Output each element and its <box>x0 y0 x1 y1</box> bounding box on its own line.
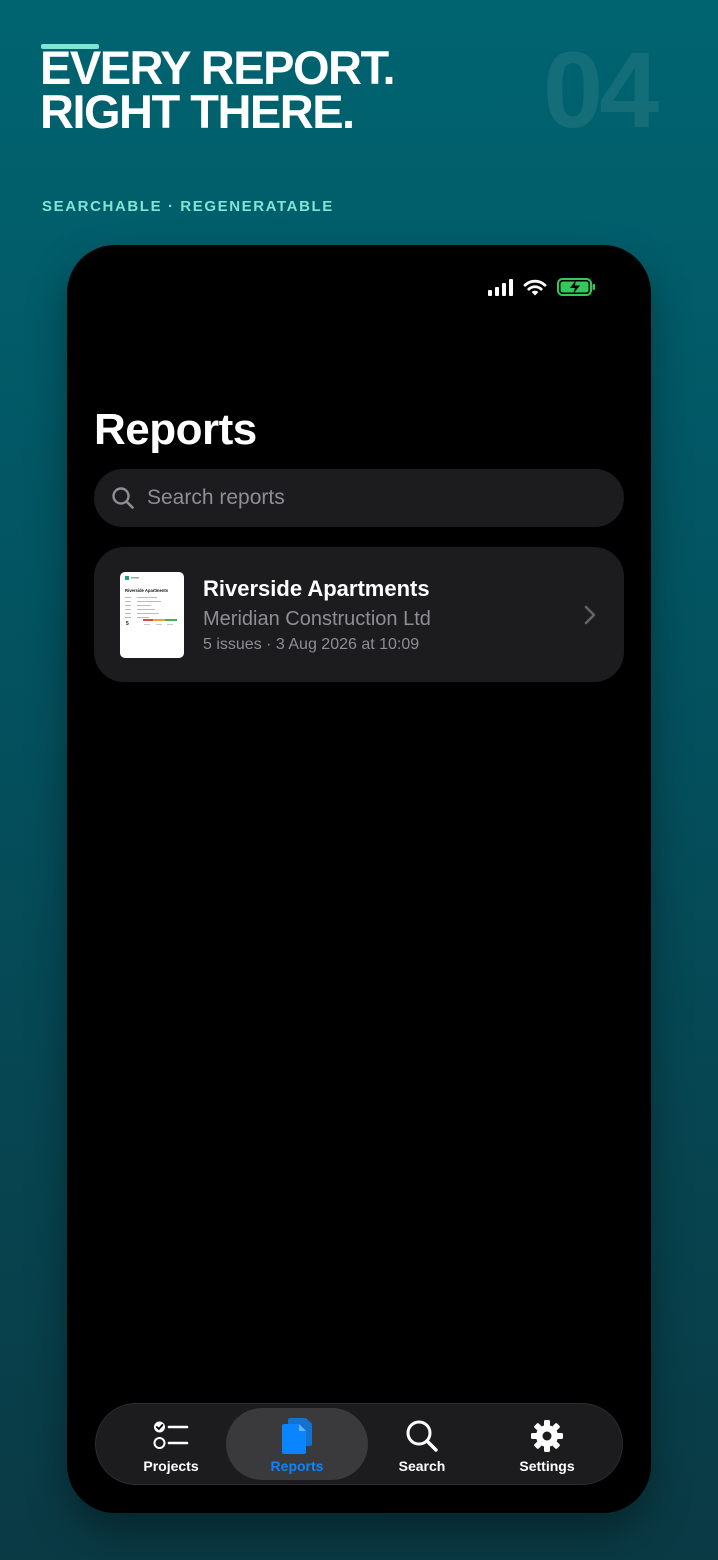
tab-reports[interactable]: Reports <box>226 1408 368 1480</box>
tab-settings-label: Settings <box>519 1458 575 1474</box>
screen-number: 04 <box>543 29 659 150</box>
phone-screen: Reports Riverside Apartments 5 <box>67 245 651 1513</box>
tab-projects-label: Projects <box>143 1458 199 1474</box>
search-icon <box>112 487 134 509</box>
documents-icon <box>279 1418 315 1454</box>
chevron-right-icon <box>584 605 596 625</box>
headline-line-2: RIGHT THERE. <box>40 85 355 138</box>
status-bar <box>488 278 597 296</box>
search-icon <box>404 1418 440 1454</box>
search-input[interactable] <box>147 486 587 510</box>
tab-reports-label: Reports <box>270 1458 324 1474</box>
search-bar[interactable] <box>94 469 624 527</box>
report-thumbnail: Riverside Apartments 5 <box>120 572 184 658</box>
promo-headline: EVERY REPORT. RIGHT THERE. <box>40 41 500 138</box>
page-title: Reports <box>94 405 257 454</box>
tab-settings[interactable]: Settings <box>476 1408 618 1480</box>
report-meta: 5 issues · 3 Aug 2026 at 10:09 <box>203 636 420 653</box>
thumbnail-count: 5 <box>126 621 129 627</box>
gear-icon <box>529 1418 565 1454</box>
report-info: Riverside Apartments Meridian Constructi… <box>203 576 431 654</box>
report-client: Meridian Construction Ltd <box>203 608 431 630</box>
promo-tagline: SEARCHABLE · REGENERATABLE <box>42 198 334 215</box>
tab-search[interactable]: Search <box>351 1408 493 1480</box>
battery-charging-icon <box>557 278 595 296</box>
report-title: Riverside Apartments <box>203 576 430 601</box>
tab-bar: Projects Reports Search Settings <box>95 1403 623 1485</box>
wifi-icon <box>523 279 547 296</box>
tab-projects[interactable]: Projects <box>100 1408 242 1480</box>
cellular-signal-icon <box>488 278 513 296</box>
headline-line-1: EVERY REPORT. <box>40 41 396 94</box>
report-list-item[interactable]: Riverside Apartments 5 Riverside Apartme… <box>94 547 624 682</box>
tab-search-label: Search <box>398 1458 446 1474</box>
thumbnail-title: Riverside Apartments <box>125 588 169 593</box>
checklist-icon <box>153 1418 189 1454</box>
